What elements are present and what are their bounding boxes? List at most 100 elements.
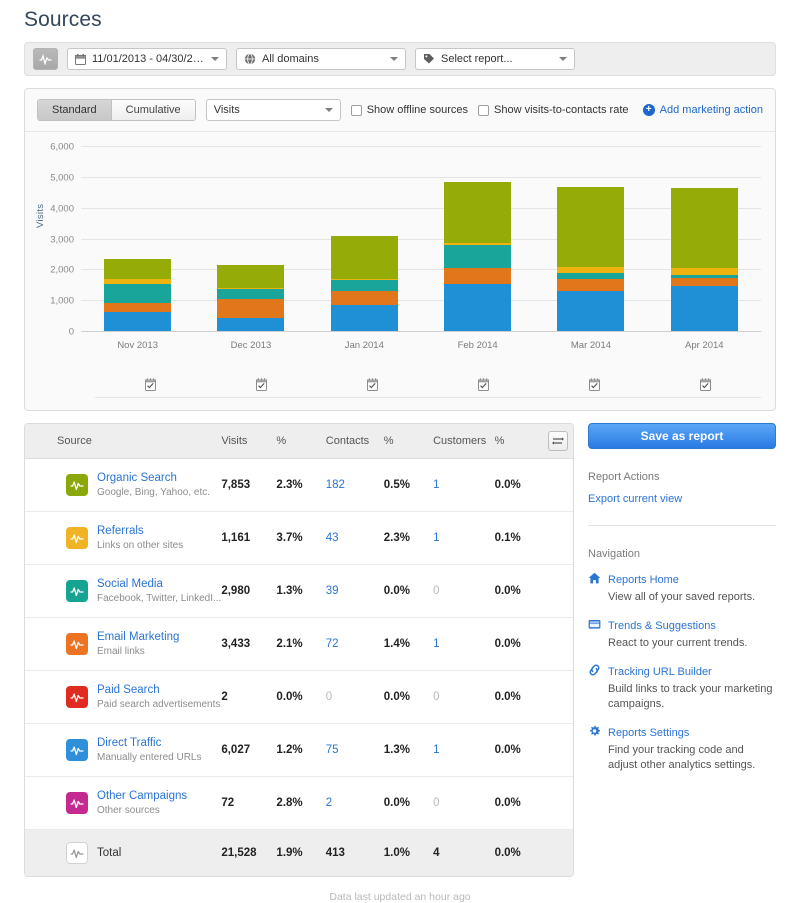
nav-item-reports-settings[interactable]: Reports Settings Find your tracking code … (588, 723, 776, 773)
checkbox-box (350, 104, 362, 116)
report-select[interactable]: Select report... (415, 48, 575, 70)
source-name-link[interactable]: Email Marketing (97, 631, 179, 643)
cell-customers[interactable]: 1 (433, 723, 495, 777)
bar-segment-organic-search[interactable] (217, 265, 285, 288)
nav-item-tracking-url-builder[interactable]: Tracking URL Builder Build links to track… (588, 662, 776, 712)
bar-segment-email-marketing[interactable] (444, 267, 512, 284)
table-row[interactable]: Paid Search Paid search advertisements 2 0.… (25, 670, 573, 724)
cell-customers-pct: 0.0% (494, 776, 544, 830)
cell-contacts[interactable]: 75 (325, 723, 384, 777)
nav-title[interactable]: Reports Home (608, 574, 679, 586)
cell-contacts[interactable]: 39 (325, 564, 384, 618)
table-row[interactable]: Referrals Links on other sites 1,161 3.7% 43… (25, 511, 573, 565)
bar-segment-social-media[interactable] (217, 289, 285, 300)
nav-title[interactable]: Reports Settings (608, 727, 689, 739)
stacked-bar[interactable] (104, 259, 172, 331)
cell-contacts[interactable]: 2 (325, 776, 384, 830)
bar-segment-organic-search[interactable] (557, 186, 625, 268)
column-header-customers-pct[interactable]: % (494, 424, 544, 459)
show-visits-to-contacts-rate-checkbox[interactable]: Show visits-to-contacts rate (478, 104, 629, 116)
table-row[interactable]: Email Marketing Email links 3,433 2.1% 72 1.4… (25, 617, 573, 671)
chevron-down-icon (559, 57, 567, 61)
nav-title[interactable]: Trends & Suggestions (608, 620, 716, 632)
bar-segment-organic-search[interactable] (444, 181, 512, 243)
annotation-icon[interactable] (256, 378, 267, 391)
cell-visits: 2,980 (221, 564, 277, 618)
table-row[interactable]: Social Media Facebook, Twitter, LinkedI..… (25, 564, 573, 618)
cell-customers[interactable]: 1 (433, 511, 495, 565)
source-description: Google, Bing, Yahoo, etc. (97, 487, 211, 498)
bar-segment-referrals[interactable] (670, 267, 738, 275)
stacked-bar[interactable] (557, 186, 625, 331)
tab-standard[interactable]: Standard (38, 100, 111, 120)
column-header-contacts[interactable]: Contacts (325, 424, 384, 459)
bar-segment-social-media[interactable] (444, 245, 512, 268)
source-name-link[interactable]: Other Campaigns (97, 790, 187, 802)
source-name-link[interactable]: Organic Search (97, 472, 177, 484)
bar-segment-direct-traffic[interactable] (330, 305, 398, 331)
table-row[interactable]: Organic Search Google, Bing, Yahoo, etc. 7… (25, 458, 573, 512)
column-header-visits-pct[interactable]: % (276, 424, 326, 459)
add-marketing-action-button[interactable]: + Add marketing action (642, 104, 763, 116)
cell-contacts[interactable]: 72 (325, 617, 384, 671)
source-name-link[interactable]: Paid Search (97, 684, 160, 696)
bar-segment-email-marketing[interactable] (330, 290, 398, 306)
nav-item-reports-home[interactable]: Reports Home View all of your saved repor… (588, 570, 776, 605)
tab-cumulative[interactable]: Cumulative (110, 100, 195, 120)
bar-segment-email-marketing[interactable] (217, 299, 285, 318)
bar-segment-email-marketing[interactable] (557, 279, 625, 292)
bar-segment-direct-traffic[interactable] (104, 312, 172, 331)
stacked-bar[interactable] (330, 236, 398, 331)
column-header-source[interactable]: Source (25, 424, 222, 459)
cell-customers[interactable]: 1 (433, 617, 495, 671)
bar-segment-direct-traffic[interactable] (557, 291, 625, 331)
column-header-visits[interactable]: Visits (221, 424, 277, 459)
annotation-icon[interactable] (145, 378, 156, 391)
bar-segment-social-media[interactable] (330, 280, 398, 291)
cell-visits-pct: 0.0% (276, 670, 326, 724)
cell-spacer (543, 564, 573, 618)
annotation-icon[interactable] (700, 378, 711, 391)
metric-select[interactable]: Visits (205, 99, 341, 121)
source-name-link[interactable]: Direct Traffic (97, 737, 161, 749)
pulse-icon-glyph (39, 53, 52, 65)
export-current-view-link[interactable]: Export current view (588, 493, 776, 505)
annotation-icon[interactable] (589, 378, 600, 391)
bar-segment-direct-traffic[interactable] (217, 317, 285, 331)
pulse-icon[interactable] (33, 48, 58, 70)
total-cell: Total (57, 842, 221, 864)
stacked-bar[interactable] (217, 265, 285, 331)
bar-segment-email-marketing[interactable] (670, 277, 738, 286)
bar-segment-organic-search[interactable] (670, 187, 738, 268)
source-name-link[interactable]: Social Media (97, 578, 163, 590)
cell-customers-pct: 0.1% (494, 511, 544, 565)
save-as-report-button[interactable]: Save as report (588, 423, 776, 449)
cell-contacts[interactable]: 43 (325, 511, 384, 565)
domain-select[interactable]: All domains (236, 48, 406, 70)
cell-source: Direct Traffic Manually entered URLs (25, 723, 222, 777)
table-row[interactable]: Other Campaigns Other sources 72 2.8% 2 0.0% 0… (25, 776, 573, 830)
bar-segment-direct-traffic[interactable] (670, 285, 738, 331)
chart-plot: 6,000 5,000 4,000 3,000 2,000 1,000 0 Nov 2013 D… (50, 142, 761, 351)
x-axis-tick: Dec 2013 (230, 340, 272, 351)
stacked-bar[interactable] (444, 181, 512, 331)
table-row[interactable]: Direct Traffic Manually entered URLs 6,027… (25, 723, 573, 777)
bar-segment-email-marketing[interactable] (104, 302, 172, 313)
nav-item-trends-suggestions[interactable]: Trends & Suggestions React to your curren… (588, 616, 776, 651)
column-settings-icon[interactable] (548, 431, 569, 451)
bar-segment-social-media[interactable] (104, 284, 172, 303)
show-offline-sources-checkbox[interactable]: Show offline sources (350, 104, 468, 116)
cell-customers[interactable]: 1 (433, 458, 495, 512)
cell-contacts[interactable]: 182 (325, 458, 384, 512)
date-range-picker[interactable]: 11/01/2013 - 04/30/2014... (67, 48, 227, 70)
nav-title[interactable]: Tracking URL Builder (608, 666, 712, 678)
bar-segment-organic-search[interactable] (104, 259, 172, 279)
column-header-contacts-pct[interactable]: % (383, 424, 434, 459)
stacked-bar[interactable] (670, 187, 738, 331)
bar-segment-organic-search[interactable] (330, 236, 398, 279)
source-name-link[interactable]: Referrals (97, 525, 144, 537)
bar-segment-direct-traffic[interactable] (444, 283, 512, 331)
annotation-icon[interactable] (367, 378, 378, 391)
column-header-customers[interactable]: Customers (433, 424, 495, 459)
annotation-icon[interactable] (478, 378, 489, 391)
